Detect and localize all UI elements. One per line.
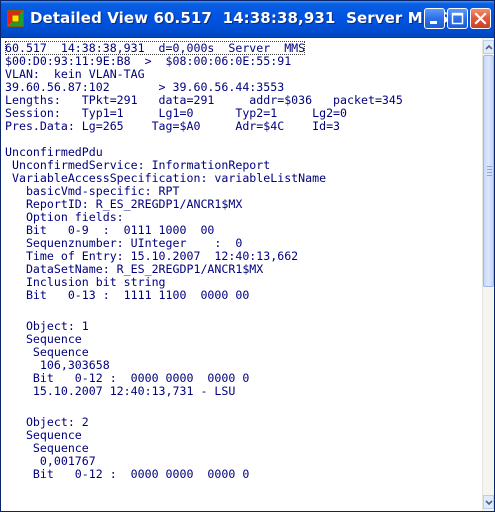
text-line[interactable]: Sequence bbox=[5, 345, 89, 359]
text-line[interactable]: 15.10.2007 12:40:13,731 - LSU bbox=[5, 384, 235, 398]
text-line[interactable]: UnconfirmedPdu bbox=[5, 145, 103, 159]
thumb-grip bbox=[487, 175, 492, 176]
application-icon[interactable] bbox=[7, 10, 24, 27]
scroll-up-arrow-icon bbox=[485, 44, 493, 50]
minimize-icon bbox=[430, 21, 437, 24]
text-line[interactable]: 106,303658 bbox=[5, 358, 110, 372]
text-line[interactable]: Option fields: bbox=[5, 210, 124, 224]
text-line[interactable]: Sequence bbox=[5, 441, 89, 455]
text-line[interactable]: UnconfirmedService: InformationReport bbox=[5, 158, 270, 172]
text-line[interactable]: Time of Entry: 15.10.2007 12:40:13,662 bbox=[5, 249, 298, 263]
text-line[interactable]: Bit 0-9 : 0111 1000 00 bbox=[5, 223, 214, 237]
scroll-down-button[interactable] bbox=[483, 495, 494, 509]
text-line[interactable]: VariableAccessSpecification: variableLis… bbox=[5, 171, 326, 185]
text-line[interactable]: DataSetName: R_ES_2REGDP1/ANCR1$MX bbox=[5, 262, 263, 276]
text-line[interactable]: Sequenznumber: UInteger : 0 bbox=[5, 236, 242, 250]
thumb-grip bbox=[487, 169, 492, 170]
scroll-up-button[interactable] bbox=[483, 40, 494, 54]
text-line[interactable]: Lengths: TPkt=291 data=291 addr=$036 pac… bbox=[5, 93, 403, 107]
text-line[interactable]: Inclusion bit string bbox=[5, 275, 166, 289]
text-line[interactable]: Object: 2 bbox=[5, 415, 89, 429]
text-line[interactable]: Sequence bbox=[5, 332, 82, 346]
text-line[interactable]: Session: Typ1=1 Lg1=0 Typ2=1 Lg2=0 bbox=[5, 106, 347, 120]
text-line[interactable]: VLAN: kein VLAN-TAG bbox=[5, 67, 145, 81]
minimize-button[interactable] bbox=[424, 8, 445, 29]
text-line[interactable]: Pres.Data: Lg=265 Tag=$A0 Adr=$4C Id=3 bbox=[5, 119, 340, 133]
text-line[interactable]: 0,001767 bbox=[5, 454, 96, 468]
text-line[interactable]: Object: 1 bbox=[5, 319, 89, 333]
close-icon bbox=[474, 12, 487, 25]
title-bar[interactable]: Detailed View 60.517 14:38:38,931 Server… bbox=[1, 1, 494, 38]
thumb-grip bbox=[487, 172, 492, 173]
scroll-down-arrow-icon bbox=[485, 500, 493, 506]
text-line[interactable]: Bit 0-12 : 0000 0000 0000 0 bbox=[5, 371, 249, 385]
text-line[interactable]: Bit 0-12 : 0000 0000 0000 0 bbox=[5, 467, 249, 481]
window-title: Detailed View 60.517 14:38:38,931 Server… bbox=[30, 9, 449, 27]
text-line[interactable]: Bit 0-13 : 1111 1100 0000 00 bbox=[5, 288, 249, 302]
text-line[interactable]: $00:D0:93:11:9E:B8 > $08:00:06:0E:55:91 bbox=[5, 54, 291, 68]
text-line[interactable]: ReportID: R_ES_2REGDP1/ANCR1$MX bbox=[5, 197, 242, 211]
detail-window: Detailed View 60.517 14:38:38,931 Server… bbox=[0, 0, 495, 512]
text-line[interactable]: basicVmd-specific: RPT bbox=[5, 184, 180, 198]
thumb-grip bbox=[487, 166, 492, 167]
maximize-button[interactable] bbox=[447, 8, 468, 29]
maximize-icon bbox=[451, 12, 464, 25]
text-line[interactable]: 60.517 14:38:38,931 d=0,000s Server MMS bbox=[5, 41, 306, 55]
scroll-thumb[interactable] bbox=[483, 55, 494, 287]
close-button[interactable] bbox=[470, 8, 491, 29]
text-line[interactable]: Sequence bbox=[5, 428, 82, 442]
text-line[interactable]: 39.60.56.87:102 > 39.60.56.44:3553 bbox=[5, 80, 284, 94]
vertical-scrollbar[interactable] bbox=[482, 38, 494, 511]
detail-text-area[interactable]: 60.517 14:38:38,931 d=0,000s Server MMS … bbox=[5, 41, 482, 509]
